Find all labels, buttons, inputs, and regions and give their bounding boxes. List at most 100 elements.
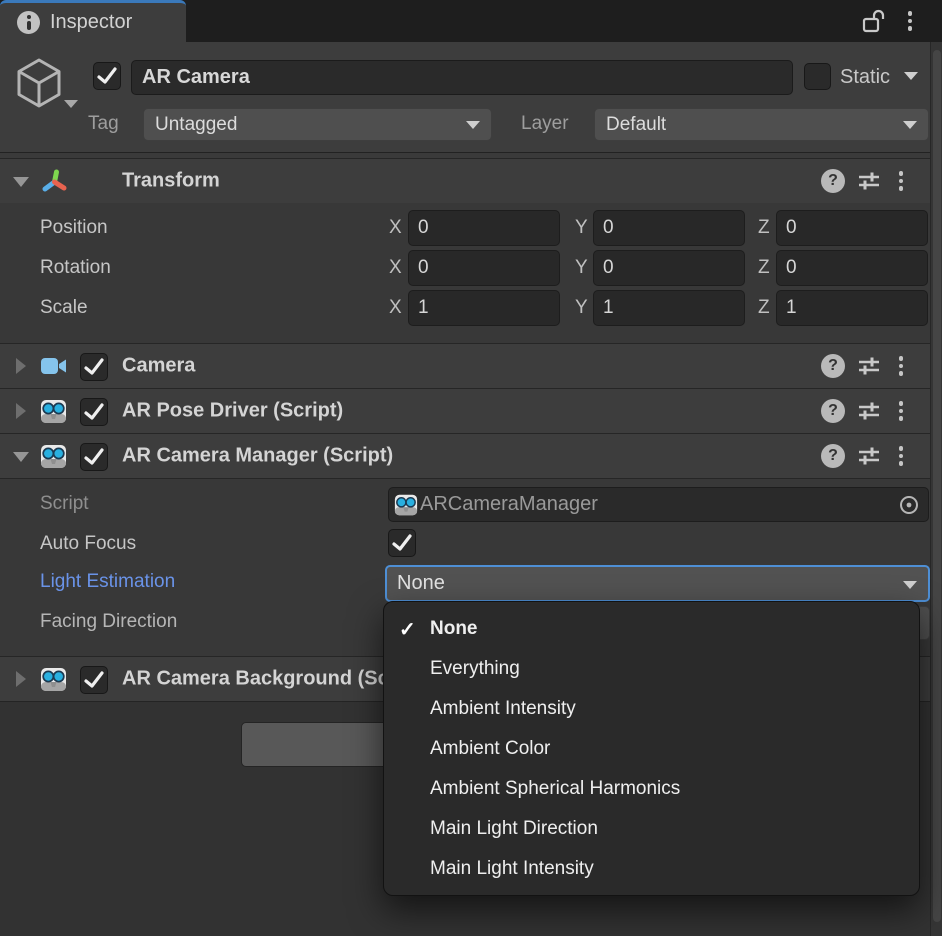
ar-script-icon (40, 443, 67, 470)
tab-inspector[interactable]: Inspector (0, 0, 186, 42)
name-input[interactable] (131, 60, 793, 95)
presets-icon[interactable] (856, 398, 882, 424)
chevron-down-icon (903, 581, 917, 589)
component-title: AR Pose Driver (Script) (122, 400, 343, 423)
chevron-down-icon (466, 121, 480, 129)
check-icon (389, 530, 415, 556)
axis-y-label: Y (575, 257, 588, 279)
check-icon (81, 354, 107, 380)
layer-dropdown[interactable]: Default (594, 108, 929, 141)
auto-focus-checkbox[interactable] (388, 529, 416, 557)
info-icon (17, 11, 40, 34)
presets-icon[interactable] (856, 168, 882, 194)
object-picker-icon[interactable] (898, 494, 920, 516)
axis-y-label: Y (575, 217, 588, 239)
light-estimation-label: Light Estimation (40, 571, 175, 593)
menu-item-label: None (430, 618, 478, 640)
facing-direction-label: Facing Direction (40, 611, 177, 633)
tab-title: Inspector (50, 11, 132, 34)
axis-x-label: X (389, 257, 402, 279)
ar-camera-manager-enabled-checkbox[interactable] (80, 443, 108, 471)
ar-pose-driver-header[interactable]: AR Pose Driver (Script) ? (0, 388, 930, 433)
static-checkbox[interactable] (804, 63, 831, 90)
gameobject-header: Static Tag Untagged Layer Default (0, 42, 930, 152)
rotation-z-input[interactable] (776, 250, 928, 286)
menu-item-ambient-color[interactable]: Ambient Color (384, 729, 919, 769)
menu-item-everything[interactable]: Everything (384, 649, 919, 689)
cube-icon (12, 56, 66, 110)
kebab-menu-icon[interactable] (894, 169, 908, 193)
foldout-closed-icon[interactable] (16, 358, 26, 374)
menu-item-ambient-intensity[interactable]: Ambient Intensity (384, 689, 919, 729)
position-x-input[interactable] (408, 210, 560, 246)
menu-item-main-light-direction[interactable]: Main Light Direction (384, 809, 919, 849)
check-icon: ✓ (399, 617, 416, 642)
position-y-input[interactable] (593, 210, 745, 246)
unlock-icon[interactable] (862, 8, 888, 35)
foldout-closed-icon[interactable] (16, 403, 26, 419)
transform-body: Position X Y Z Rotation X Y Z Scale X Y … (0, 203, 930, 343)
tag-dropdown[interactable]: Untagged (143, 108, 492, 141)
ar-script-icon (40, 398, 67, 425)
active-checkbox[interactable] (93, 62, 121, 90)
menu-item-label: Everything (430, 658, 520, 680)
menu-item-label: Main Light Intensity (430, 858, 594, 880)
kebab-menu-icon[interactable] (894, 444, 908, 468)
component-title: Transform (122, 170, 220, 193)
foldout-open-icon[interactable] (13, 177, 29, 187)
camera-enabled-checkbox[interactable] (80, 353, 108, 381)
kebab-menu-icon[interactable] (894, 354, 908, 378)
component-title: AR Camera Background (Script) (122, 668, 428, 691)
kebab-menu-icon[interactable] (894, 399, 908, 423)
help-icon[interactable]: ? (821, 169, 845, 193)
help-icon[interactable]: ? (821, 354, 845, 378)
menu-item-none[interactable]: ✓ None (384, 609, 919, 649)
position-label: Position (40, 217, 108, 239)
component-title: AR Camera Manager (Script) (122, 445, 393, 468)
scale-z-input[interactable] (776, 290, 928, 326)
static-chevron-icon[interactable] (904, 72, 918, 80)
check-icon (81, 444, 107, 470)
script-object-field[interactable]: ARCameraManager (388, 487, 929, 522)
scale-y-input[interactable] (593, 290, 745, 326)
rotation-x-input[interactable] (408, 250, 560, 286)
presets-icon[interactable] (856, 353, 882, 379)
tab-kebab-menu-icon[interactable] (903, 9, 917, 33)
camera-icon (40, 355, 68, 377)
menu-item-label: Ambient Color (430, 738, 550, 760)
scale-label: Scale (40, 297, 88, 319)
ar-pose-driver-enabled-checkbox[interactable] (80, 398, 108, 426)
menu-item-main-light-intensity[interactable]: Main Light Intensity (384, 849, 919, 889)
transform-header[interactable]: Transform ? (0, 158, 930, 203)
scale-x-input[interactable] (408, 290, 560, 326)
presets-icon[interactable] (856, 443, 882, 469)
inspector-panel: Inspector Static Tag Untagged (0, 0, 942, 936)
scrollbar-thumb[interactable] (933, 50, 941, 922)
axis-x-label: X (389, 217, 402, 239)
axis-z-label: Z (758, 297, 770, 319)
foldout-open-icon[interactable] (13, 452, 29, 462)
ar-camera-manager-header[interactable]: AR Camera Manager (Script) ? (0, 433, 930, 478)
position-z-input[interactable] (776, 210, 928, 246)
auto-focus-label: Auto Focus (40, 533, 136, 555)
gameobject-options-chevron-icon[interactable] (64, 100, 78, 108)
rotation-label: Rotation (40, 257, 111, 279)
check-icon (94, 63, 120, 89)
ar-script-icon (394, 493, 418, 517)
check-icon (81, 667, 107, 693)
script-value: ARCameraManager (420, 493, 598, 516)
help-icon[interactable]: ? (821, 399, 845, 423)
axis-y-label: Y (575, 297, 588, 319)
help-icon[interactable]: ? (821, 444, 845, 468)
tag-value: Untagged (155, 114, 237, 136)
light-estimation-dropdown[interactable]: None (385, 565, 930, 602)
rotation-y-input[interactable] (593, 250, 745, 286)
ar-camera-background-enabled-checkbox[interactable] (80, 666, 108, 694)
scrollbar-track[interactable] (930, 42, 942, 936)
light-estimation-popup: ✓ None Everything Ambient Intensity Ambi… (383, 601, 920, 896)
menu-item-label: Ambient Spherical Harmonics (430, 778, 680, 800)
foldout-closed-icon[interactable] (16, 671, 26, 687)
menu-item-ambient-spherical-harmonics[interactable]: Ambient Spherical Harmonics (384, 769, 919, 809)
camera-component-header[interactable]: Camera ? (0, 343, 930, 388)
layer-value: Default (606, 114, 666, 136)
